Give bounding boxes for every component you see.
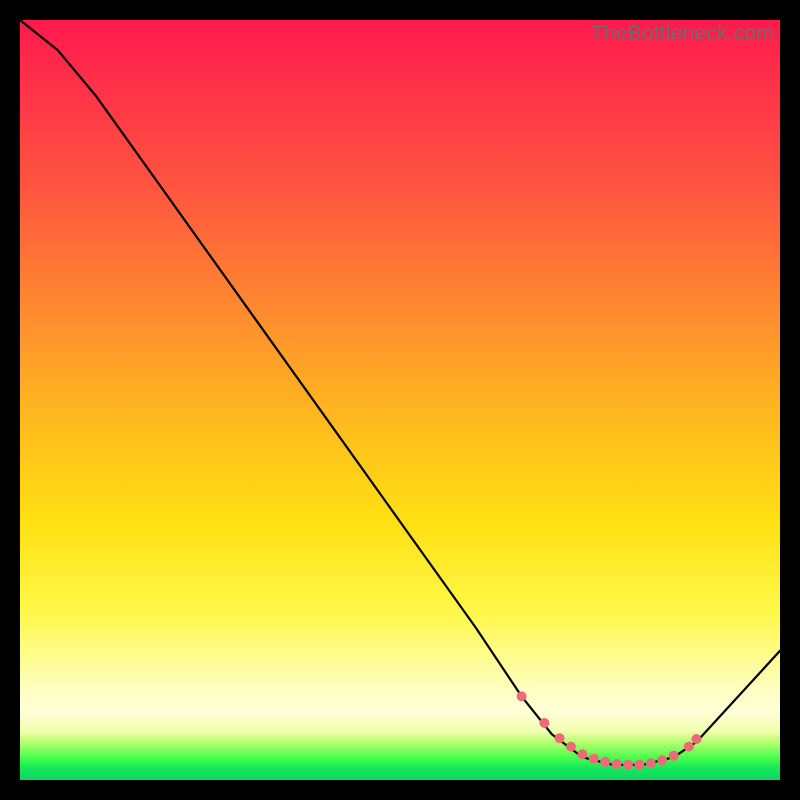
highlight-dot — [517, 691, 527, 701]
highlight-dot — [566, 742, 576, 752]
highlight-dot — [684, 742, 694, 752]
highlight-dot — [539, 718, 549, 728]
highlight-dot — [623, 760, 633, 770]
chart-frame: TheBottleneck.com — [20, 20, 780, 780]
highlight-dot — [589, 754, 599, 764]
chart-curve — [20, 20, 780, 765]
watermark-text: TheBottleneck.com — [591, 22, 774, 46]
highlight-dot — [691, 734, 701, 744]
chart-svg — [20, 20, 780, 780]
highlight-dot — [634, 760, 644, 770]
highlight-dot — [646, 758, 656, 768]
highlight-dot — [555, 733, 565, 743]
highlight-dot — [657, 755, 667, 765]
highlight-dot — [600, 757, 610, 767]
chart-highlight-dots — [517, 691, 702, 769]
highlight-dot — [577, 749, 587, 759]
highlight-dot — [669, 751, 679, 761]
highlight-dot — [612, 759, 622, 769]
